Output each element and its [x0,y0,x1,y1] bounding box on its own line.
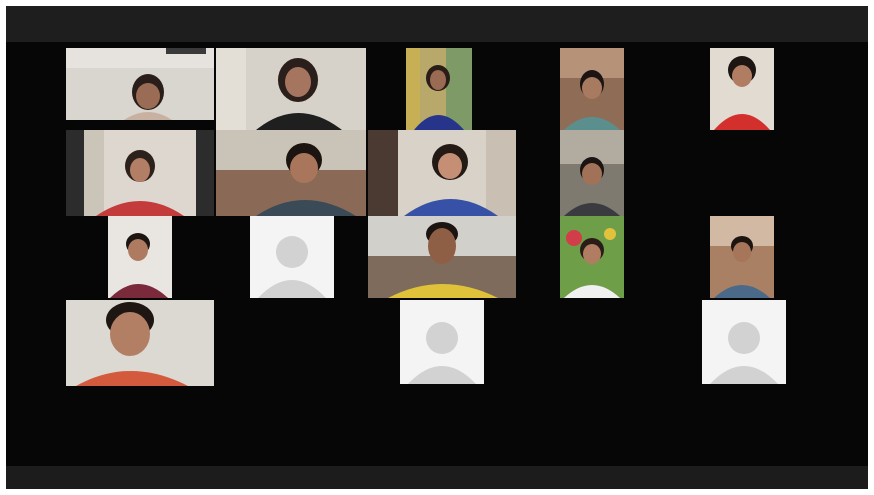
participant-video [108,216,172,298]
video-tile[interactable] [66,130,214,216]
top-bar [6,6,868,42]
participant-video [66,48,214,120]
participant-video [710,48,774,130]
participant-video [368,130,516,216]
participant-video [710,216,774,298]
participant-video [368,216,516,298]
video-tile[interactable] [368,216,516,298]
participant-video [66,300,214,386]
video-tile[interactable] [560,48,624,130]
gallery-view [6,42,868,466]
avatar-placeholder-tile[interactable] [400,300,484,384]
participant-video [560,48,624,130]
avatar-placeholder-tile[interactable] [702,300,786,384]
participant-video [216,130,366,216]
avatar-placeholder-tile[interactable] [250,216,334,298]
avatar-placeholder-icon [702,300,786,384]
video-tile[interactable] [560,130,624,216]
video-tile[interactable] [406,48,472,130]
video-tile[interactable] [560,216,624,298]
video-tile[interactable] [66,48,214,120]
participant-video [560,216,624,298]
avatar-placeholder-icon [250,216,334,298]
meeting-controls-bar [6,466,868,489]
video-tile[interactable] [368,130,516,216]
video-tile[interactable] [710,216,774,298]
video-tile[interactable] [710,48,774,130]
participant-video [216,48,366,130]
participant-video [560,130,624,216]
video-tile[interactable] [108,216,172,298]
participant-video [406,48,472,130]
video-tile[interactable] [66,300,214,386]
participant-video [84,130,196,216]
avatar-placeholder-icon [400,300,484,384]
video-tile[interactable] [216,130,366,216]
meeting-window [6,6,868,489]
video-tile[interactable] [216,48,366,130]
